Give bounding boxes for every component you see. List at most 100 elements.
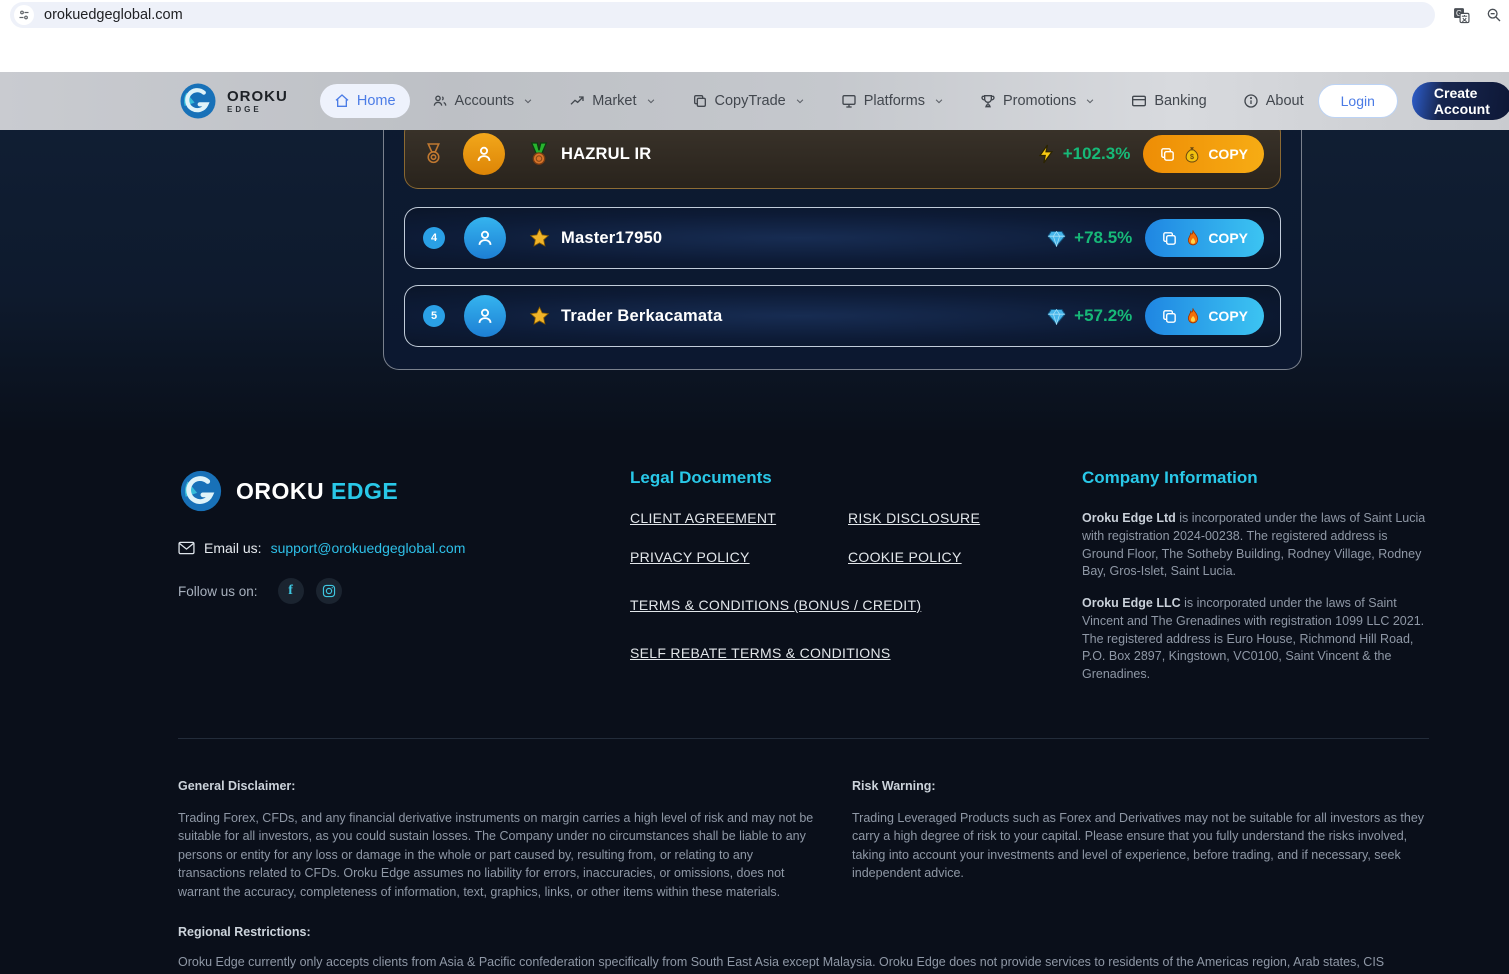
follow-label: Follow us on: — [178, 584, 258, 599]
copy-button[interactable]: COPY — [1145, 219, 1264, 257]
star-icon — [529, 228, 550, 248]
footer-divider — [178, 738, 1429, 739]
green-ribbon-medal-icon — [528, 142, 550, 166]
nav-label: Market — [592, 93, 636, 109]
legal-documents-heading: Legal Documents — [630, 468, 1082, 488]
trader-avatar[interactable] — [463, 133, 505, 175]
person-icon — [474, 305, 496, 327]
nav-item-promotions[interactable]: Promotions — [966, 84, 1109, 118]
diamond-icon — [1047, 308, 1066, 325]
bronze-medal-icon — [423, 142, 444, 167]
create-account-button[interactable]: Create Account — [1412, 82, 1509, 120]
market-icon — [569, 93, 585, 109]
copy-button[interactable]: COPY — [1145, 297, 1264, 335]
login-button[interactable]: Login — [1318, 84, 1398, 118]
brand-primary: OROKU — [236, 478, 324, 504]
legal-link-self-rebate-terms[interactable]: SELF REBATE TERMS & CONDITIONS — [630, 645, 1082, 661]
brand-secondary: EDGE — [227, 106, 288, 114]
legal-link-privacy-policy[interactable]: PRIVACY POLICY — [630, 549, 848, 565]
footer: OROKU EDGE Email us: support@orokuedgegl… — [0, 430, 1509, 974]
footer-brand-column: OROKU EDGE Email us: support@orokuedgegl… — [178, 468, 630, 698]
nav-label: About — [1266, 93, 1304, 109]
nav-label: Promotions — [1003, 93, 1076, 109]
legal-link-client-agreement[interactable]: CLIENT AGREEMENT — [630, 510, 848, 526]
auth-buttons: Login Create Account — [1318, 82, 1509, 120]
nav-item-accounts[interactable]: Accounts — [418, 84, 548, 118]
trader-gain: +78.5% — [1074, 228, 1132, 248]
trader-row-featured[interactable]: HAZRUL IR +102.3% $ COPY — [404, 130, 1281, 189]
person-icon — [473, 143, 495, 165]
trader-name[interactable]: Master17950 — [561, 229, 662, 248]
site-settings-icon[interactable] — [14, 5, 34, 25]
regional-restrictions-block: Regional Restrictions: Oroku Edge curren… — [178, 925, 1429, 974]
trader-row[interactable]: 4 Master17950 +78.5% COPY — [404, 207, 1281, 269]
copytrade-icon — [692, 93, 708, 109]
nav-label: Accounts — [455, 93, 515, 109]
envelope-icon — [178, 541, 195, 555]
nav-item-copytrade[interactable]: CopyTrade — [678, 84, 819, 118]
zoom-out-icon[interactable] — [1486, 7, 1502, 23]
footer-legal-column: Legal Documents CLIENT AGREEMENT RISK DI… — [630, 468, 1082, 698]
copytrade-hero-section: HAZRUL IR +102.3% $ COPY 4 Master17950 — [0, 130, 1509, 430]
star-icon — [529, 306, 550, 326]
legal-link-terms-conditions[interactable]: TERMS & CONDITIONS (BONUS / CREDIT) — [630, 597, 1082, 613]
copy-icon — [1159, 146, 1176, 163]
nav-item-about[interactable]: About — [1229, 84, 1318, 118]
instagram-icon[interactable] — [316, 578, 342, 604]
nav-item-platforms[interactable]: Platforms — [827, 84, 958, 118]
rank-badge: 5 — [423, 305, 445, 327]
nav-label: Home — [357, 93, 396, 109]
brand-wordmark: OROKU EDGE — [227, 89, 288, 114]
money-bag-icon: $ — [1184, 146, 1200, 163]
about-info-icon — [1243, 93, 1259, 109]
legal-link-risk-disclosure[interactable]: RISK DISCLOSURE — [848, 510, 1082, 526]
oroku-logo-icon — [178, 81, 218, 121]
trader-gain: +102.3% — [1063, 144, 1131, 164]
nav-label: Banking — [1154, 93, 1206, 109]
url-text[interactable]: orokuedgeglobal.com — [44, 7, 183, 23]
brand-logo[interactable]: OROKU EDGE — [178, 81, 288, 121]
flame-icon — [1186, 230, 1200, 247]
home-icon — [334, 93, 350, 109]
chevron-down-icon — [1085, 96, 1095, 106]
nav-menu: Home Accounts Market CopyTrade Platforms… — [320, 84, 1318, 118]
risk-warning-heading: Risk Warning: — [852, 779, 1429, 793]
trader-name[interactable]: Trader Berkacamata — [561, 307, 722, 326]
svg-text:$: $ — [1190, 152, 1194, 161]
general-disclaimer-body: Trading Forex, CFDs, and any financial d… — [178, 809, 822, 902]
regional-restrictions-body: Oroku Edge currently only accepts client… — [178, 953, 1429, 974]
nav-label: CopyTrade — [715, 93, 786, 109]
company-information-heading: Company Information — [1082, 468, 1429, 488]
general-disclaimer-heading: General Disclaimer: — [178, 779, 822, 793]
legal-link-cookie-policy[interactable]: COOKIE POLICY — [848, 549, 1082, 565]
browser-chrome: orokuedgeglobal.com G — [0, 0, 1509, 30]
company-name-llc: Oroku Edge LLC — [1082, 596, 1181, 610]
trader-name[interactable]: HAZRUL IR — [561, 145, 651, 164]
promotions-trophy-icon — [980, 93, 996, 109]
copy-label: COPY — [1208, 230, 1248, 246]
nav-item-home[interactable]: Home — [320, 84, 410, 118]
company-paragraph-1: Oroku Edge Ltd is incorporated under the… — [1082, 510, 1429, 581]
copy-label: COPY — [1208, 308, 1248, 324]
rank-badge: 4 — [423, 227, 445, 249]
copy-label: COPY — [1208, 146, 1248, 162]
trader-avatar[interactable] — [464, 295, 506, 337]
oroku-logo-icon — [178, 468, 224, 514]
nav-item-banking[interactable]: Banking — [1117, 84, 1220, 118]
trader-row[interactable]: 5 Trader Berkacamata +57.2% COPY — [404, 285, 1281, 347]
chevron-down-icon — [795, 96, 805, 106]
brand-primary: OROKU — [227, 89, 288, 104]
address-bar[interactable]: orokuedgeglobal.com — [10, 2, 1435, 28]
chevron-down-icon — [646, 96, 656, 106]
main-navbar: OROKU EDGE Home Accounts Market CopyTrad… — [0, 72, 1509, 130]
copy-button[interactable]: $ COPY — [1143, 135, 1264, 173]
facebook-icon[interactable]: f — [278, 578, 304, 604]
page-top-whitespace — [0, 30, 1509, 72]
support-email-link[interactable]: support@orokuedgeglobal.com — [271, 540, 466, 556]
company-paragraph-2: Oroku Edge LLC is incorporated under the… — [1082, 595, 1429, 684]
nav-item-market[interactable]: Market — [555, 84, 669, 118]
platforms-icon — [841, 93, 857, 109]
trader-avatar[interactable] — [464, 217, 506, 259]
brand-secondary: EDGE — [331, 478, 398, 504]
translate-icon[interactable]: G — [1453, 7, 1470, 24]
